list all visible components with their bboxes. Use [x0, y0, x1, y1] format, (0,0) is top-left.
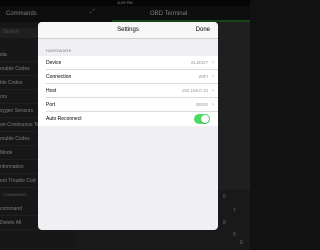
connection-row[interactable]: Connection WIFI › — [38, 70, 218, 84]
modal-header: Settings Done — [38, 22, 218, 39]
auto-reconnect-toggle[interactable] — [194, 114, 210, 124]
host-label: Host — [46, 88, 57, 94]
port-value: 35000 — [195, 102, 208, 107]
device-label: Device — [46, 60, 62, 66]
auto-reconnect-label: Auto Reconnect — [46, 116, 82, 122]
host-value: 192.168.0.10 — [181, 88, 208, 93]
toggle-knob — [201, 115, 209, 123]
device-value: ELM327 — [191, 60, 208, 65]
done-button[interactable]: Done — [196, 22, 210, 38]
connection-value: WIFI — [198, 74, 209, 79]
port-row[interactable]: Port 35000 › — [38, 98, 218, 112]
chevron-right-icon: › — [212, 102, 214, 108]
chevron-right-icon: › — [212, 88, 214, 94]
port-label: Port — [46, 102, 56, 108]
device-row[interactable]: Device ELM327 › — [38, 56, 218, 70]
connection-label: Connection — [46, 74, 72, 80]
hardware-section-label: HARDWARE — [46, 48, 72, 53]
auto-reconnect-row: Auto Reconnect — [38, 112, 218, 126]
settings-modal: Settings Done HARDWARE Device ELM327 › C… — [38, 22, 218, 230]
modal-title: Settings — [117, 27, 139, 33]
chevron-right-icon: › — [212, 74, 214, 80]
chevron-right-icon: › — [212, 60, 214, 66]
host-row[interactable]: Host 192.168.0.10 › — [38, 84, 218, 98]
